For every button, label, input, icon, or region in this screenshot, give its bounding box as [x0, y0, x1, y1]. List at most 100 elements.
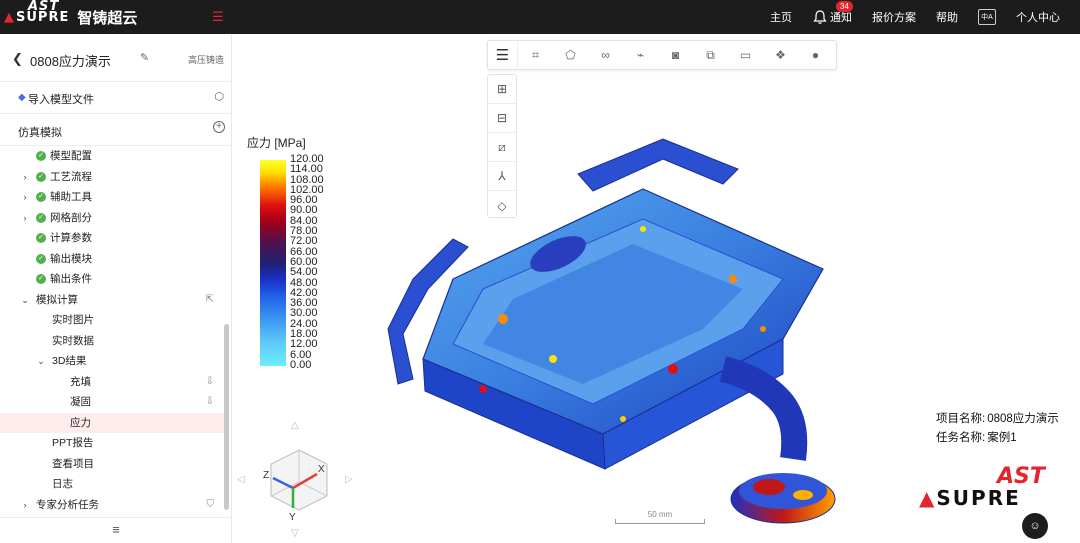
sim-tree: ✓ 模型配置 › ✓ 工艺流程 › ✓ 辅助工具 › ✓ 网格剖分 ✓ 计算参数 ✓ 输出模块 ✓ 输出条件 ⌄ 模…	[0, 146, 224, 515]
notify-badge: 34	[836, 1, 853, 12]
tree-item[interactable]: 充填 ⇩	[0, 372, 224, 393]
back-icon[interactable]: ❮	[12, 51, 23, 67]
tree-item[interactable]: 实时图片	[0, 310, 224, 331]
project-title: 0808应力演示	[30, 54, 111, 69]
model-import-icon: ◆	[18, 92, 26, 103]
compare-icon[interactable]: ⧉	[693, 40, 728, 70]
top-bar: ▲SUPRE AST 智铸超云 ☰ 主页 34 通知 报价方案 帮助 中A 个人…	[0, 0, 1080, 34]
download-icon[interactable]: ⇩	[206, 372, 214, 393]
tree-item[interactable]: ✓ 计算参数	[0, 228, 224, 249]
legend-ticks: 120.00 114.00 108.00 102.00 96.00 90.00 84.00 7…	[290, 153, 350, 371]
casting-model[interactable]	[343, 129, 863, 529]
edit-icon[interactable]: ✎	[140, 51, 149, 64]
nav-help[interactable]: 帮助	[936, 9, 958, 25]
tree-item[interactable]: 日志	[0, 474, 224, 495]
project-header: ❮ 0808应力演示 ✎ 高压铸造	[0, 34, 232, 82]
view-cube[interactable]: △ ◁ ▷ ▽ X Z Y	[233, 420, 363, 543]
sidebar-menu-icon[interactable]: ≡	[0, 517, 232, 543]
rotate-left-icon[interactable]: ◁	[237, 474, 245, 485]
logo-triangle-icon: ▲	[4, 9, 15, 25]
cube-view-icon[interactable]: ❖	[763, 40, 798, 70]
toolbar-menu-icon[interactable]: ☰	[488, 40, 518, 70]
material-icon[interactable]: ●	[798, 40, 833, 70]
view-toolbar: ☰ ⌗ ⬠ ∞ ⌁ ◙ ⧉ ▭ ❖ ●	[487, 40, 837, 70]
tree-item-label: 计算参数	[50, 232, 92, 244]
tree-item[interactable]: 凝固 ⇩	[0, 392, 224, 413]
measure-icon[interactable]: ⌁	[623, 40, 658, 70]
logo-text: 智铸超云	[77, 9, 138, 27]
tree-item-label: 输出条件	[50, 273, 92, 285]
tree-item-label: 专家分析任务	[36, 498, 99, 511]
axis-y-label: Y	[289, 512, 296, 523]
check-icon: ✓	[36, 233, 46, 243]
chevron-right-icon[interactable]: ›	[20, 208, 30, 229]
logo[interactable]: ▲SUPRE AST 智铸超云	[4, 0, 137, 34]
chat-icon[interactable]: ☺	[1022, 513, 1048, 539]
import-model-row[interactable]: ◆ 导入模型文件 ⬡	[0, 82, 232, 114]
nav-pricing[interactable]: 报价方案	[872, 9, 916, 25]
tree-item[interactable]: 应力	[0, 412, 224, 433]
tree-item[interactable]: › 专家分析任务 ⛉	[0, 495, 224, 516]
tree-item[interactable]: ⌄ 3D结果	[0, 351, 224, 372]
axis-z-label: Z	[263, 470, 269, 481]
tree-item[interactable]: › ✓ 辅助工具	[0, 187, 224, 208]
sidebar: ❮ 0808应力演示 ✎ 高压铸造 ◆ 导入模型文件 ⬡ 仿真模拟 + ✓ 模型配…	[0, 34, 232, 543]
tree-item-label: 充填	[70, 375, 91, 388]
nav-home[interactable]: 主页	[770, 9, 792, 25]
chevron-right-icon[interactable]: ›	[20, 167, 30, 188]
crop-icon[interactable]: ⌗	[518, 40, 553, 70]
tree-item[interactable]: PPT报告	[0, 433, 224, 454]
chevron-down-icon[interactable]: ⌄	[20, 290, 30, 311]
nav-profile[interactable]: 个人中心	[1016, 9, 1060, 25]
chevron-right-icon[interactable]: ›	[20, 187, 30, 208]
download-icon[interactable]: ⇩	[206, 392, 214, 413]
tree-item-label: 实时图片	[52, 314, 94, 326]
bell-icon	[813, 10, 827, 24]
tree-item-label: 日志	[52, 478, 73, 490]
language-icon[interactable]: 中A	[978, 9, 996, 25]
settings-icon[interactable]: ⬡	[214, 90, 224, 103]
simulation-row[interactable]: 仿真模拟 +	[0, 114, 232, 146]
chevron-down-icon[interactable]: ⌄	[36, 351, 46, 372]
tree-item[interactable]: 查看项目	[0, 454, 224, 475]
menu-collapse-icon[interactable]: ☰	[212, 10, 226, 24]
tree-item-label: 应力	[70, 416, 91, 429]
rotate-down-icon[interactable]: ▽	[291, 528, 299, 539]
tree-item[interactable]: › ✓ 工艺流程	[0, 167, 224, 188]
tree-item-label: PPT报告	[52, 437, 94, 449]
tree-item[interactable]: 实时数据	[0, 331, 224, 352]
legend-tick-label: 0.00	[290, 358, 312, 371]
nav-notify[interactable]: 34 通知	[812, 1, 853, 25]
share-icon[interactable]: ⇱	[206, 290, 214, 311]
link-icon[interactable]: ∞	[588, 40, 623, 70]
3d-viewport[interactable]: ☰ ⌗ ⬠ ∞ ⌁ ◙ ⧉ ▭ ❖ ● ⊞ ⊟ ⧄ ⅄ ◇ 应力 [MPa] 1…	[233, 34, 1080, 543]
task-name-info: 任务名称: 案例1	[936, 432, 1017, 444]
import-model-label: 导入模型文件	[28, 94, 94, 106]
tree-item[interactable]: ✓ 模型配置	[0, 146, 224, 167]
rotate-up-icon[interactable]: △	[291, 420, 299, 431]
task-info: 项目名称: 0808应力演示 任务名称: 案例1	[936, 410, 1061, 448]
section-icon[interactable]: ⬠	[553, 40, 588, 70]
stress-legend: 应力 [MPa] 120.00 114.00 108.00 102.00 96.00 90…	[247, 134, 324, 371]
tree-item[interactable]: ✓ 输出条件	[0, 269, 224, 290]
sidebar-scrollbar[interactable]	[224, 324, 229, 510]
check-icon: ✓	[36, 253, 46, 264]
record-icon[interactable]: ▭	[728, 40, 763, 70]
scale-label: 50 mm	[647, 510, 673, 519]
scale-bar: 50 mm	[615, 510, 705, 524]
legend-color-bar	[260, 160, 286, 366]
brand-logo: AST ▲SUPRE	[919, 464, 1045, 510]
tree-item[interactable]: ⌄ 模拟计算 ⇱	[0, 290, 224, 311]
camera-icon[interactable]: ◙	[658, 40, 693, 70]
tree-item-label: 查看项目	[52, 457, 94, 470]
chevron-right-icon[interactable]: ›	[20, 495, 30, 516]
add-icon[interactable]: +	[213, 121, 225, 133]
tree-item-label: 输出模块	[50, 252, 92, 265]
fit-view-icon[interactable]: ⊞	[488, 75, 516, 104]
tree-item[interactable]: ✓ 输出模块	[0, 249, 224, 270]
tree-item-label: 凝固	[70, 396, 91, 408]
tree-item[interactable]: › ✓ 网格剖分	[0, 208, 224, 229]
project-name-info: 项目名称: 0808应力演示	[936, 413, 1059, 425]
rotate-right-icon[interactable]: ▷	[345, 474, 353, 485]
shield-icon[interactable]: ⛉	[207, 495, 215, 516]
